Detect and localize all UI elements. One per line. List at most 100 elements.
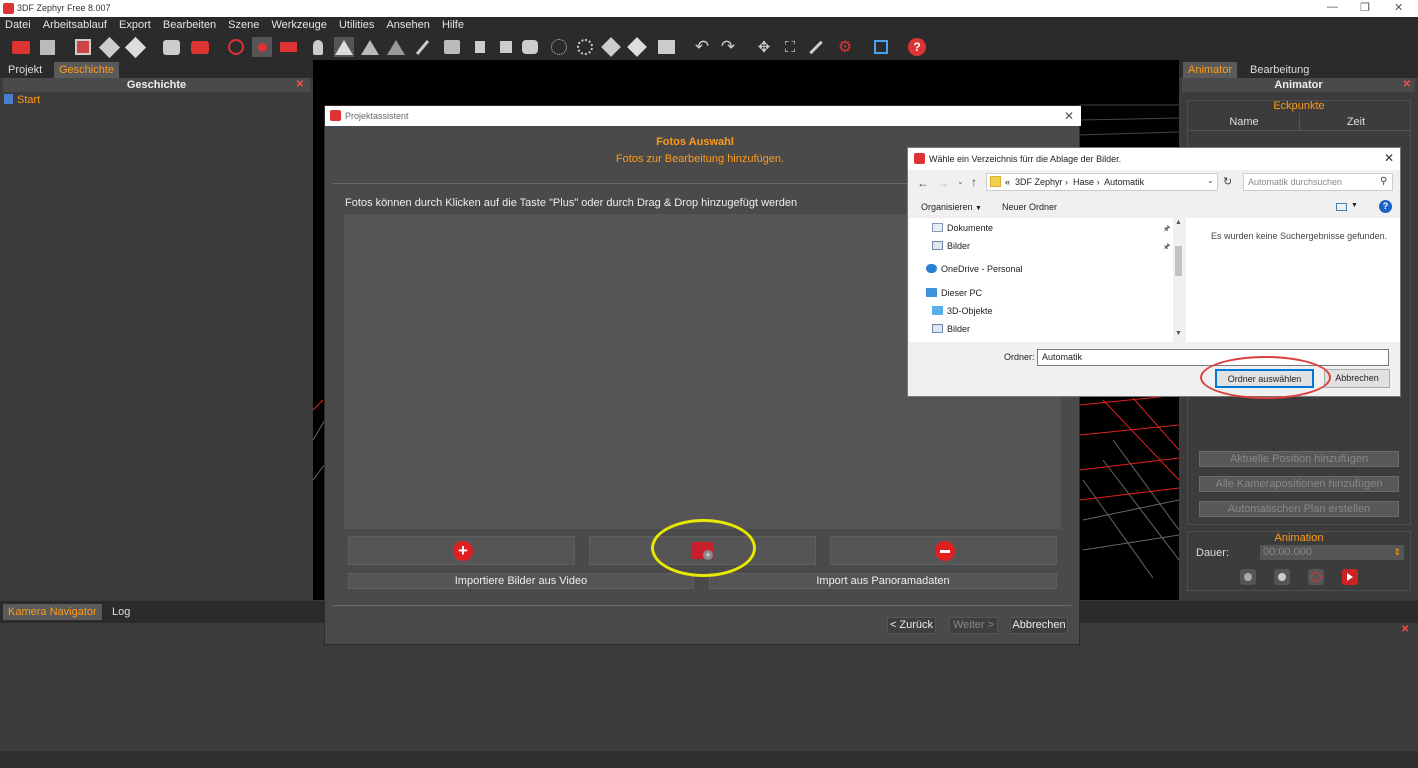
tab-log[interactable]: Log [107, 604, 135, 620]
close-icon[interactable]: ✕ [1064, 109, 1074, 123]
chevron-down-icon[interactable]: ⌄ [1207, 176, 1214, 185]
select-icon[interactable] [470, 37, 490, 57]
pin-icon[interactable]: 🖈 [1163, 241, 1170, 255]
rotate-icon[interactable] [226, 37, 246, 57]
select-lasso-icon[interactable] [520, 37, 540, 57]
close-panel-icon[interactable]: ✕ [1401, 624, 1409, 635]
menu-bearbeiten[interactable]: Bearbeiten [163, 17, 216, 33]
menu-ansehen[interactable]: Ansehen [386, 17, 429, 33]
crop-icon[interactable]: ⛶ [780, 37, 800, 57]
mesh-outline-icon[interactable] [386, 37, 406, 57]
play-button[interactable] [1240, 569, 1256, 585]
search-input[interactable]: Automatik durchsuchen ⚲ [1243, 173, 1393, 191]
tree-item-bilder[interactable]: Bilder [932, 241, 970, 251]
redo-icon[interactable]: ↷ [718, 37, 738, 57]
address-bar[interactable]: « 3DF Zephyr › Hase › Automatik ⌄ [986, 173, 1218, 191]
add-all-camera-positions-button[interactable]: Alle Kamerapositionen hinzufügen [1199, 476, 1399, 492]
next-button[interactable]: Weiter > [949, 617, 998, 634]
menu-utilities[interactable]: Utilities [339, 17, 374, 33]
brush-icon[interactable] [412, 37, 432, 57]
tree-item-bilder-pc[interactable]: Bilder [932, 324, 970, 334]
add-current-position-button[interactable]: Aktuelle Position hinzufügen [1199, 451, 1399, 467]
maximize-icon[interactable]: ❐ [1360, 1, 1370, 14]
select-add-icon[interactable] [496, 37, 516, 57]
scroll-down-icon[interactable]: ▼ [1175, 330, 1182, 337]
move-icon[interactable]: ✥ [754, 37, 774, 57]
mesh-wire-icon[interactable] [360, 37, 380, 57]
close-icon[interactable]: ✕ [1394, 1, 1403, 14]
sphere-grid-icon[interactable] [549, 37, 569, 57]
network-icon[interactable] [278, 37, 298, 57]
menu-export[interactable]: Export [119, 17, 151, 33]
menu-arbeitsablauf[interactable]: Arbeitsablauf [43, 17, 107, 33]
view-options-icon[interactable] [1336, 203, 1347, 211]
tab-bearbeitung[interactable]: Bearbeitung [1245, 62, 1314, 78]
new-folder-button[interactable]: Neuer Ordner [1002, 202, 1057, 212]
minimize-icon[interactable]: — [1327, 1, 1338, 13]
help-icon[interactable]: ? [907, 37, 927, 57]
tab-animator[interactable]: Animator [1183, 62, 1238, 78]
tree-item-3d-objekte[interactable]: 3D-Objekte [932, 306, 993, 316]
camera-icon[interactable] [190, 37, 210, 57]
tree-scrollbar[interactable]: ▲ ▼ [1173, 218, 1184, 342]
tree-item-onedrive[interactable]: OneDrive - Personal [926, 264, 1023, 274]
up-arrow-icon[interactable]: ↑ [971, 175, 977, 189]
settings-icon[interactable]: ⚙ [835, 37, 855, 57]
recent-chevron-icon[interactable]: ⌄ [957, 177, 964, 186]
duration-input[interactable]: 00:00.000 ⇕ [1260, 545, 1404, 560]
create-auto-plan-button[interactable]: Automatischen Plan erstellen [1199, 501, 1399, 517]
spinner-icon[interactable]: ⇕ [1393, 545, 1401, 560]
undo-icon[interactable]: ↶ [692, 37, 712, 57]
import-video-button[interactable]: Importiere Bilder aus Video [348, 573, 694, 589]
remove-photos-button[interactable] [830, 536, 1057, 565]
add-photos-button[interactable]: + [348, 536, 575, 565]
gear-cube-icon[interactable] [161, 37, 181, 57]
menu-werkzeuge[interactable]: Werkzeuge [271, 17, 326, 33]
menu-hilfe[interactable]: Hilfe [442, 17, 464, 33]
mesh-solid-icon[interactable] [334, 37, 354, 57]
scroll-up-icon[interactable]: ▲ [1175, 219, 1182, 226]
new-project-icon[interactable] [11, 37, 31, 57]
camera-move-icon[interactable] [442, 37, 462, 57]
image-icon[interactable] [656, 37, 676, 57]
cube-icon[interactable] [98, 36, 120, 58]
back-arrow-icon[interactable]: ← [917, 176, 929, 190]
3d-box-icon[interactable] [871, 37, 891, 57]
dialog-cancel-button[interactable]: Abbrechen [1324, 369, 1390, 388]
cube-alt-icon[interactable] [124, 36, 146, 58]
tab-kamera-navigator[interactable]: Kamera Navigator [3, 604, 102, 620]
organize-menu[interactable]: Organisieren ▼ [921, 202, 982, 212]
workflow-icon[interactable] [73, 37, 93, 57]
import-panorama-button[interactable]: Import aus Panoramadaten [709, 573, 1057, 589]
forward-arrow-icon[interactable]: → [937, 176, 949, 190]
refresh-icon[interactable]: ↻ [1223, 175, 1232, 188]
tree-item-dokumente[interactable]: Dokumente [932, 223, 993, 233]
back-button[interactable]: < Zurück [887, 617, 936, 634]
close-icon[interactable]: ✕ [1384, 151, 1394, 165]
breadcrumb-3df-zephyr[interactable]: 3DF Zephyr [1015, 177, 1063, 187]
breadcrumb-overflow[interactable]: « [1005, 177, 1010, 187]
breadcrumb-hase[interactable]: Hase [1073, 177, 1094, 187]
light-icon[interactable] [308, 37, 328, 57]
measure-icon[interactable] [806, 37, 826, 57]
close-panel-icon[interactable]: ✕ [1403, 78, 1411, 92]
box-icon[interactable] [601, 37, 621, 57]
breadcrumb-automatik[interactable]: Automatik [1104, 177, 1144, 187]
record-icon[interactable] [252, 37, 272, 57]
stop-button[interactable] [1274, 569, 1290, 585]
history-item[interactable]: Start [4, 94, 40, 106]
close-panel-icon[interactable]: ✕ [296, 78, 304, 92]
tree-item-dieser-pc[interactable]: Dieser PC [926, 288, 982, 298]
view-chevron-icon[interactable]: ▼ [1351, 202, 1358, 209]
box-alt-icon[interactable] [627, 37, 647, 57]
help-icon[interactable]: ? [1379, 200, 1392, 213]
menu-datei[interactable]: Datei [5, 17, 31, 33]
pin-icon[interactable]: 🖈 [1163, 223, 1170, 237]
cancel-button[interactable]: Abbrechen [1010, 617, 1068, 634]
menu-szene[interactable]: Szene [228, 17, 259, 33]
record-button[interactable] [1308, 569, 1324, 585]
sphere-dense-icon[interactable] [575, 37, 595, 57]
tab-projekt[interactable]: Projekt [3, 62, 47, 78]
video-export-button[interactable] [1342, 569, 1358, 585]
tab-geschichte[interactable]: Geschichte [54, 62, 120, 78]
